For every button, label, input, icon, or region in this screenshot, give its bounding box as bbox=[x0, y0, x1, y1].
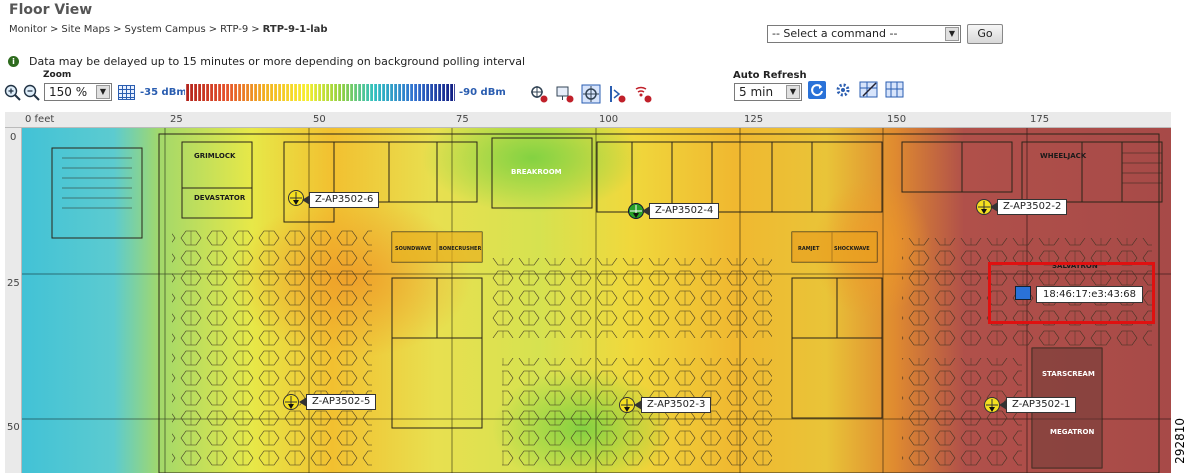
info-message-text: Data may be delayed up to 15 minutes or … bbox=[29, 55, 526, 68]
access-point-icon[interactable] bbox=[282, 393, 300, 411]
info-message: i Data may be delayed up to 15 minutes o… bbox=[8, 55, 525, 68]
client-device-icon[interactable] bbox=[1015, 286, 1031, 300]
ruler-tick: 0 feet bbox=[25, 114, 55, 125]
client-mac-label[interactable]: 18:46:17:e3:43:68 bbox=[1036, 286, 1143, 303]
breadcrumb-current: RTP-9-1-lab bbox=[262, 24, 328, 35]
ruler-horizontal: 0 feet 25 50 75 100 125 150 175 bbox=[5, 112, 1171, 128]
room-label: SHOCKWAVE bbox=[834, 246, 870, 252]
refresh-icon[interactable] bbox=[807, 80, 827, 100]
room-label: BREAKROOM bbox=[511, 168, 562, 176]
zoom-in-icon[interactable] bbox=[4, 84, 21, 101]
ruler-tick: 175 bbox=[1030, 114, 1050, 125]
ap-label-z-ap3502-2[interactable]: Z-AP3502-2 bbox=[989, 199, 1068, 215]
go-button[interactable]: Go bbox=[967, 24, 1003, 44]
auto-refresh-label: Auto Refresh bbox=[733, 70, 807, 81]
breadcrumb-separator: > bbox=[208, 24, 218, 35]
ap-label-z-ap3502-4[interactable]: Z-AP3502-4 bbox=[641, 203, 720, 219]
breadcrumb-separator: > bbox=[113, 24, 122, 35]
settings-icon[interactable] bbox=[833, 80, 853, 100]
page-title: Floor View bbox=[9, 2, 93, 18]
map-edit-icon[interactable] bbox=[859, 80, 879, 100]
ap-filter-icon[interactable] bbox=[529, 84, 549, 104]
breadcrumb-item-system-campus[interactable]: System Campus bbox=[125, 24, 206, 35]
chevron-down-icon[interactable]: ▼ bbox=[96, 85, 110, 99]
interferer-filter-icon[interactable] bbox=[633, 84, 653, 104]
figure-number: 292810 bbox=[1173, 418, 1187, 464]
ruler-tick: 0 bbox=[10, 132, 17, 143]
breadcrumb-item-site-maps[interactable]: Site Maps bbox=[61, 24, 110, 35]
ruler-vertical: 0 25 50 bbox=[5, 128, 22, 473]
breadcrumb-item-monitor[interactable]: Monitor bbox=[9, 24, 47, 35]
zoom-out-icon[interactable] bbox=[23, 84, 40, 101]
auto-refresh-select[interactable]: 5 min ▼ bbox=[734, 83, 802, 101]
room-label: GRIMLOCK bbox=[194, 152, 236, 160]
ruler-tick: 75 bbox=[456, 114, 469, 125]
room-label: MEGATRON bbox=[1050, 428, 1094, 436]
room-label: WHEELJACK bbox=[1040, 152, 1087, 160]
ruler-tick: 50 bbox=[313, 114, 326, 125]
room-label: RAMJET bbox=[798, 246, 820, 252]
auto-refresh-value: 5 min bbox=[739, 85, 774, 99]
breadcrumb-separator: > bbox=[251, 24, 260, 35]
grid-toggle-icon[interactable] bbox=[118, 85, 135, 100]
zoom-select[interactable]: 150 % ▼ bbox=[44, 83, 112, 101]
rssi-legend-max: -90 dBm bbox=[459, 87, 506, 98]
client-filter-icon[interactable] bbox=[555, 84, 575, 104]
room-label: BONECRUSHER bbox=[439, 246, 481, 252]
chevron-down-icon[interactable]: ▼ bbox=[786, 85, 800, 99]
heatmap-filter-icon[interactable] bbox=[581, 84, 601, 104]
chevron-down-icon[interactable]: ▼ bbox=[945, 27, 959, 41]
ap-label-z-ap3502-3[interactable]: Z-AP3502-3 bbox=[633, 397, 712, 413]
command-select[interactable]: -- Select a command -- ▼ bbox=[767, 25, 961, 43]
ruler-tick: 25 bbox=[170, 114, 183, 125]
ruler-tick: 100 bbox=[599, 114, 619, 125]
ruler-tick: 25 bbox=[7, 278, 20, 289]
ap-label-z-ap3502-5[interactable]: Z-AP3502-5 bbox=[298, 394, 377, 410]
rssi-legend-bar bbox=[185, 84, 455, 101]
info-icon: i bbox=[8, 56, 19, 67]
breadcrumb-item-rtp9[interactable]: RTP-9 bbox=[220, 24, 248, 35]
rssi-legend-min: -35 dBm bbox=[140, 87, 187, 98]
room-label: STARSCREAM bbox=[1042, 370, 1095, 378]
ruler-tick: 125 bbox=[744, 114, 764, 125]
rogue-filter-icon[interactable] bbox=[607, 84, 627, 104]
map-layers-icon[interactable] bbox=[885, 80, 905, 100]
ruler-tick: 150 bbox=[887, 114, 907, 125]
breadcrumb: Monitor > Site Maps > System Campus > RTP-9 > RT… bbox=[9, 24, 328, 35]
ap-label-z-ap3502-6[interactable]: Z-AP3502-6 bbox=[301, 192, 380, 208]
breadcrumb-separator: > bbox=[50, 24, 59, 35]
command-select-value: -- Select a command -- bbox=[772, 27, 898, 40]
zoom-label: Zoom bbox=[43, 70, 72, 80]
room-label: SOUNDWAVE bbox=[395, 246, 432, 252]
zoom-select-value: 150 % bbox=[49, 85, 88, 99]
ruler-tick: 50 bbox=[7, 422, 20, 433]
ap-label-z-ap3502-1[interactable]: Z-AP3502-1 bbox=[998, 397, 1077, 413]
room-label: DEVASTATOR bbox=[194, 194, 246, 202]
